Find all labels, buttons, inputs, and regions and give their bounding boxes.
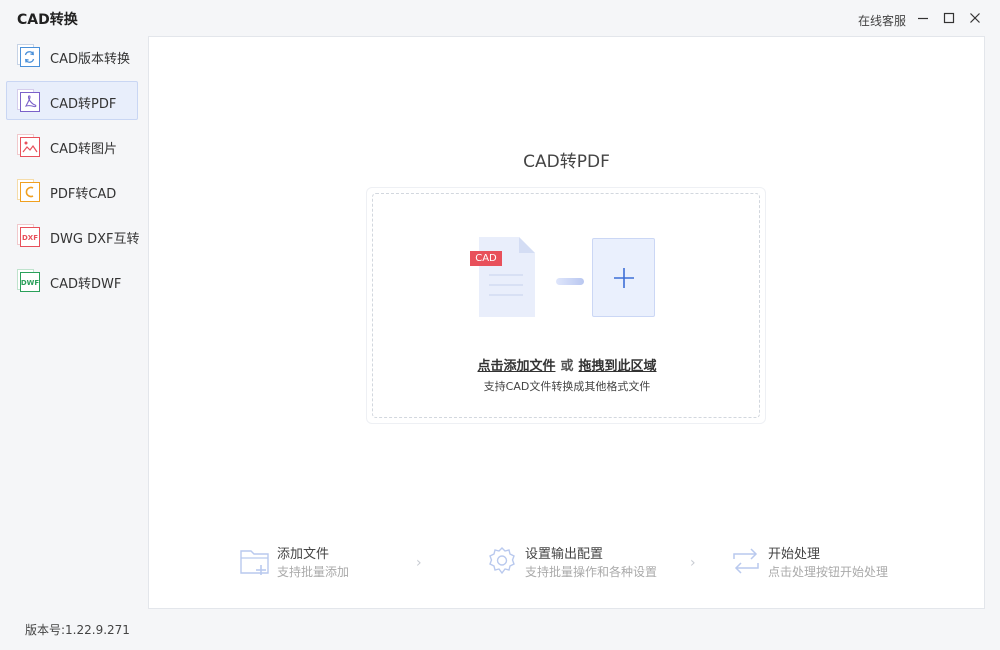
chevron-right-icon: ›: [690, 555, 696, 571]
or-label: 或: [560, 359, 574, 374]
dropzone-area[interactable]: CAD 点击添加文件或拖拽到此区域 支持CAD文件转换成其他格式文件: [372, 193, 760, 418]
drag-here-link[interactable]: 拖拽到此区域: [579, 359, 657, 374]
folder-add-icon: [239, 545, 271, 581]
sidebar-item-label: DWG DXF互转: [50, 232, 140, 247]
pdf-doc-icon: [17, 89, 41, 113]
sidebar-item-pdf-to-cad[interactable]: PDF转CAD: [6, 171, 138, 210]
step-subtitle: 点击处理按钮开始处理: [768, 565, 889, 579]
sidebar-item-label: CAD转PDF: [50, 97, 117, 112]
online-service-link[interactable]: 在线客服: [858, 12, 906, 29]
close-icon[interactable]: [969, 12, 981, 24]
step-subtitle: 支持批量操作和各种设置: [525, 565, 658, 579]
sidebar-item-cad-to-image[interactable]: CAD转图片: [6, 126, 138, 165]
c-doc-icon: [17, 179, 41, 203]
app-title: CAD转换: [17, 12, 78, 28]
add-file-link[interactable]: 点击添加文件: [477, 359, 555, 374]
gear-icon: [486, 545, 518, 581]
step-start-processing: 开始处理 点击处理按钮开始处理: [730, 543, 930, 583]
chevron-right-icon: ›: [416, 555, 422, 571]
cad-file-illustration: [469, 237, 541, 323]
sidebar-item-cad-to-pdf[interactable]: CAD转PDF: [6, 81, 138, 120]
cad-badge: CAD: [470, 251, 502, 266]
image-doc-icon: [17, 134, 41, 158]
sidebar-item-label: CAD转DWF: [50, 277, 122, 292]
step-title: 添加文件: [277, 547, 330, 562]
sidebar-item-cad-to-dwf[interactable]: DWF CAD转DWF: [6, 261, 138, 300]
step-title: 开始处理: [768, 547, 821, 562]
step-add-files: 添加文件 支持批量添加: [239, 543, 409, 583]
step-output-settings: 设置输出配置 支持批量操作和各种设置: [486, 543, 686, 583]
sidebar-item-label: CAD转图片: [50, 142, 117, 157]
sidebar: CAD版本转换 CAD转PDF CAD转图片 PDF转CAD DXF DWG D…: [0, 34, 148, 614]
step-subtitle: 支持批量添加: [277, 565, 350, 579]
sidebar-item-label: CAD版本转换: [50, 52, 130, 67]
sidebar-item-label: PDF转CAD: [50, 187, 117, 202]
svg-text:DWF: DWF: [21, 279, 40, 287]
maximize-icon[interactable]: [943, 12, 955, 24]
minimize-icon[interactable]: [917, 12, 929, 24]
svg-text:DXF: DXF: [22, 234, 38, 242]
add-file-button[interactable]: [592, 238, 655, 317]
plus-icon: [614, 268, 634, 288]
page-title: CAD转PDF: [523, 152, 610, 172]
dropzone-subtitle: 支持CAD文件转换成其他格式文件: [483, 380, 651, 393]
main-panel: CAD转PDF CAD 点击添加文件或拖拽到此区域 支持CAD文件转换成其他格式…: [148, 36, 985, 609]
arrow-connector: [556, 278, 584, 285]
step-title: 设置输出配置: [525, 547, 604, 562]
dropzone-instructions: 点击添加文件或拖拽到此区域: [373, 355, 761, 374]
version-label: 版本号:1.22.9.271: [25, 623, 130, 637]
dxf-doc-icon: DXF: [17, 224, 41, 248]
refresh-doc-icon: [17, 44, 41, 68]
sidebar-item-cad-version[interactable]: CAD版本转换: [6, 36, 138, 75]
convert-arrows-icon: [730, 545, 762, 581]
dropzone: CAD 点击添加文件或拖拽到此区域 支持CAD文件转换成其他格式文件: [366, 187, 766, 424]
dwf-doc-icon: DWF: [17, 269, 41, 293]
title-bar: CAD转换 在线客服: [0, 0, 1000, 36]
sidebar-item-dwg-dxf[interactable]: DXF DWG DXF互转: [6, 216, 140, 255]
